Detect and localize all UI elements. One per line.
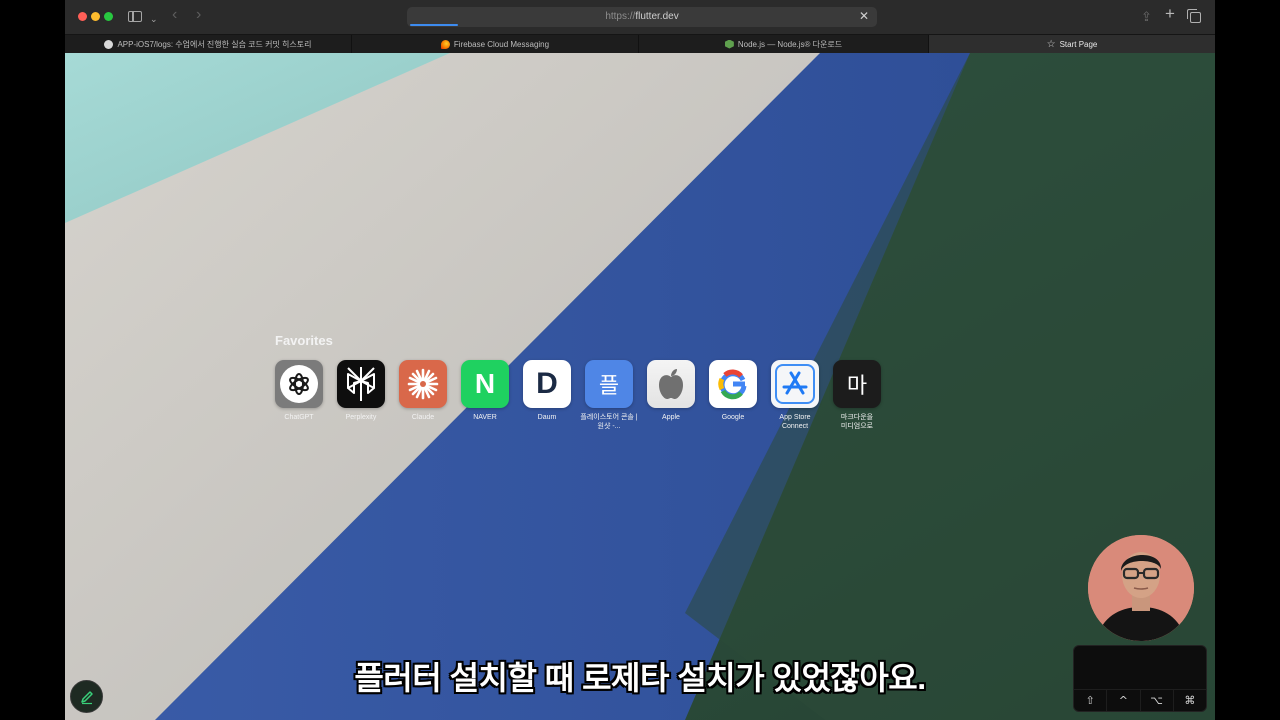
favorite-apple[interactable]: Apple [640,360,702,422]
apple-icon [647,360,695,408]
markdown-medium-glyph: 마 [846,374,868,399]
option-key-icon: ⌥ [1141,690,1174,711]
favorite-playstore-console[interactable]: 플 플레이스토어 콘솔 | 원샷 -... [578,360,640,431]
share-icon[interactable]: ⇪ [1141,9,1152,25]
favorite-google[interactable]: Google [702,360,764,422]
favorite-app-store-connect[interactable]: App Store Connect [764,360,826,431]
keystroke-overlay: ⇧ ^ ⌥ ⌘ [1073,645,1207,712]
pencil-icon [80,690,93,704]
tab-nodejs[interactable]: Node.js — Node.js® 다운로드 [639,35,929,53]
tab-label: Firebase Cloud Messaging [453,39,550,49]
favorite-label: 마크다운을 미디엄으로 [840,414,874,430]
google-icon [709,360,757,408]
clear-address-icon[interactable]: ✕ [859,9,869,23]
favorite-chatgpt[interactable]: ChatGPT [268,360,330,422]
naver-icon: N [461,360,509,408]
edit-button[interactable] [70,680,103,713]
favorite-label: ChatGPT [284,414,314,421]
chatgpt-icon [275,360,323,408]
favorite-perplexity[interactable]: Perplexity [330,360,392,422]
favorite-label: NAVER [473,414,497,421]
favorite-label: 플레이스토어 콘솔 | 원샷 -... [580,414,638,430]
url-host: flutter.dev [635,11,679,22]
screen: ⌄ ‹ › https://flutter.dev ✕ ⇪ + APP-iOS7… [0,0,1280,720]
favorite-label: Google [721,414,745,421]
start-page: Favorites ChatGPT Perplexity Claude N NA… [65,53,1215,720]
close-window-button[interactable] [78,12,87,21]
favorite-naver[interactable]: N NAVER [454,360,516,422]
new-tab-icon[interactable]: + [1165,5,1175,22]
daum-icon: D [523,360,571,408]
favorite-label: Apple [662,414,680,421]
tab-overview-icon[interactable] [1187,9,1201,23]
tab-label: Node.js — Node.js® 다운로드 [737,39,843,49]
favorite-claude[interactable]: Claude [392,360,454,422]
shift-key-icon: ⇧ [1074,690,1108,711]
tab-github[interactable]: APP-iOS7/logs: 수업에서 진행한 실습 코드 커밋 히스토리 [65,35,352,53]
firebase-icon [440,39,450,49]
perplexity-icon [337,360,385,408]
playstore-console-icon: 플 [585,360,633,408]
browser-window: ⌄ ‹ › https://flutter.dev ✕ ⇪ + APP-iOS7… [65,0,1215,720]
markdown-medium-icon: 마 [833,360,881,408]
favorites-heading: Favorites [275,333,333,348]
playstore-console-glyph: 플 [598,374,620,399]
github-icon [104,39,114,49]
address-url[interactable]: https://flutter.dev [407,11,877,22]
address-bar[interactable]: https://flutter.dev ✕ [407,7,877,27]
star-icon: ☆ [1046,38,1056,50]
tab-start-page[interactable]: ☆ Start Page [929,35,1215,53]
modifier-key-row: ⇧ ^ ⌥ ⌘ [1074,689,1206,711]
browser-toolbar: ⌄ ‹ › https://flutter.dev ✕ ⇪ + [65,0,1215,34]
tab-strip: APP-iOS7/logs: 수업에서 진행한 실습 코드 커밋 히스토리 Fi… [65,34,1215,53]
command-key-icon: ⌘ [1184,694,1196,707]
forward-button[interactable]: › [196,7,201,23]
favorite-label: Perplexity [345,414,377,421]
control-key-icon: ^ [1107,690,1141,711]
favorite-label: Daum [537,414,557,421]
minimize-window-button[interactable] [91,12,100,21]
favorite-daum[interactable]: D Daum [516,360,578,422]
favorite-markdown-medium[interactable]: 마 마크다운을 미디엄으로 [826,360,888,431]
url-scheme: https:// [605,11,636,22]
naver-glyph: N [474,368,496,399]
presenter-avatar [1088,535,1194,641]
tab-label: Start Page [1059,39,1098,49]
app-store-connect-icon [771,360,819,408]
page-load-progress [410,24,458,26]
tab-firebase[interactable]: Firebase Cloud Messaging [352,35,639,53]
zoom-window-button[interactable] [104,12,113,21]
nodejs-icon [724,39,734,49]
daum-glyph: D [536,367,558,400]
claude-icon [399,360,447,408]
favorite-label: Claude [411,414,435,421]
back-button[interactable]: ‹ [172,7,177,23]
sidebar-toggle-icon[interactable] [128,11,142,22]
tab-label: APP-iOS7/logs: 수업에서 진행한 실습 코드 커밋 히스토리 [117,39,312,49]
webcam-overlay [1088,535,1194,641]
chevron-down-icon[interactable]: ⌄ [150,11,158,27]
favorite-label: App Store Connect [779,414,811,430]
